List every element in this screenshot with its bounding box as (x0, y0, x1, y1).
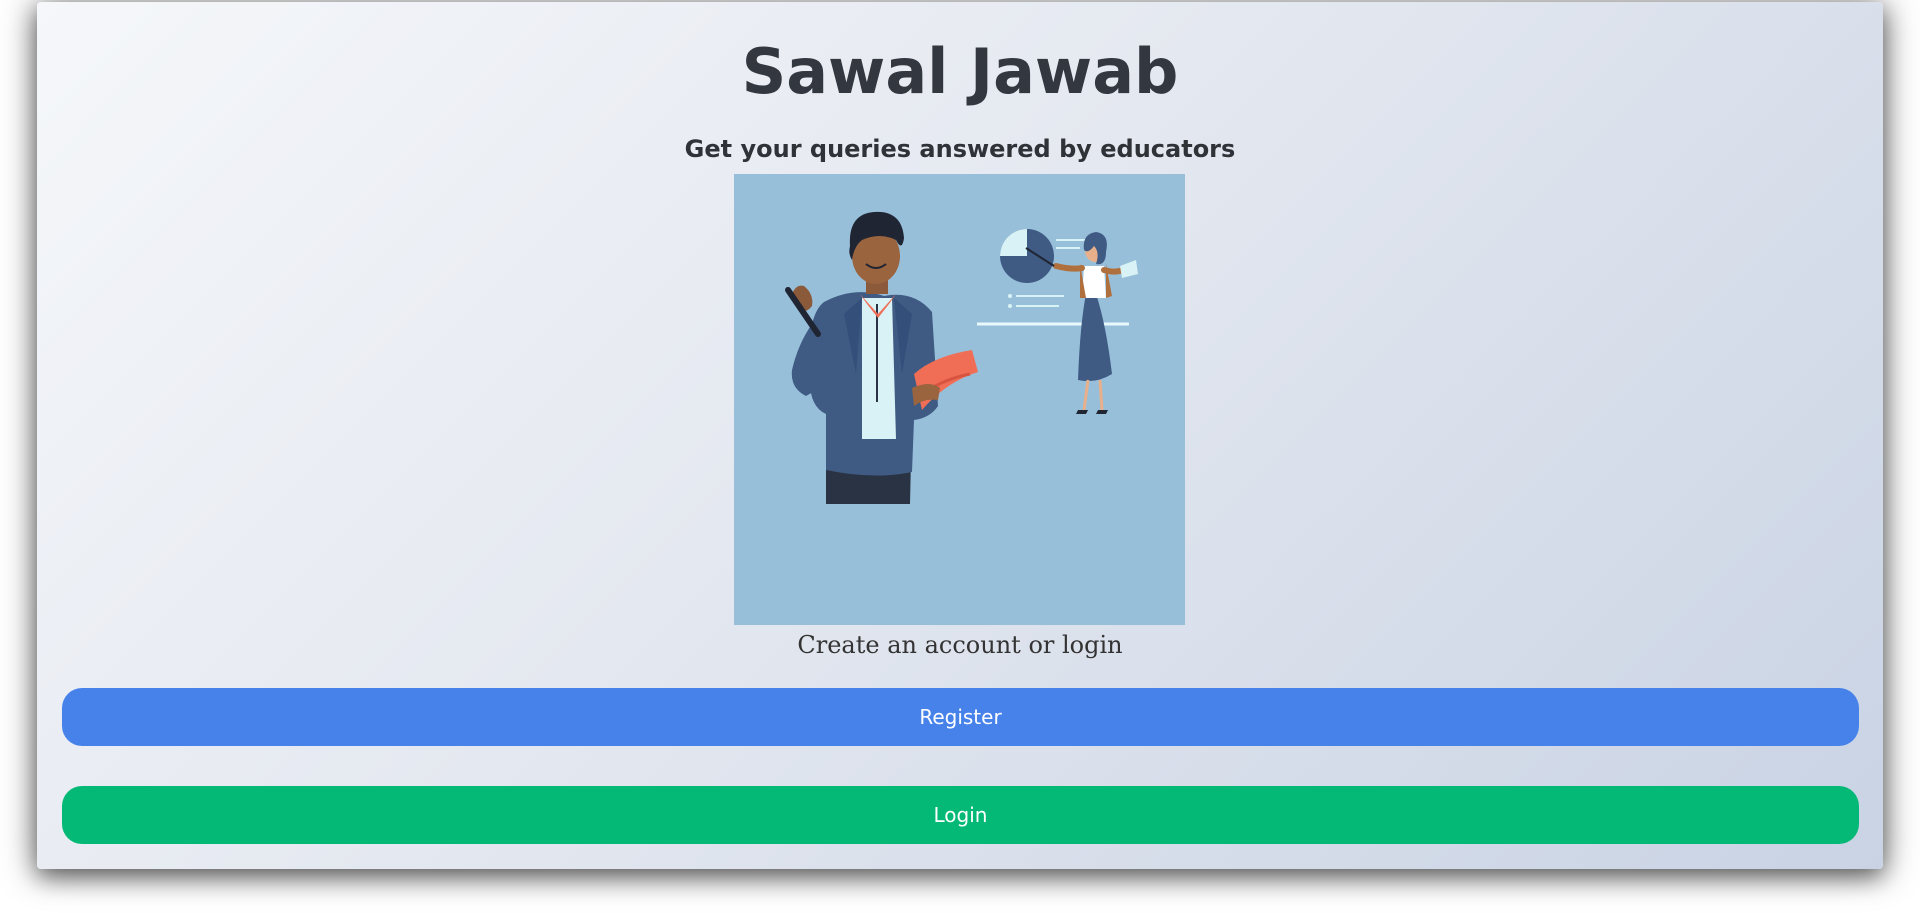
page-title: Sawal Jawab (741, 35, 1179, 108)
landing-card: Sawal Jawab Get your queries answered by… (37, 2, 1883, 869)
male-teacher-figure (785, 211, 978, 504)
auth-caption: Create an account or login (797, 631, 1123, 659)
page-subtitle: Get your queries answered by educators (684, 135, 1236, 163)
hero-illustration (734, 174, 1185, 625)
login-button[interactable]: Login (62, 786, 1859, 844)
register-button[interactable]: Register (62, 688, 1859, 746)
